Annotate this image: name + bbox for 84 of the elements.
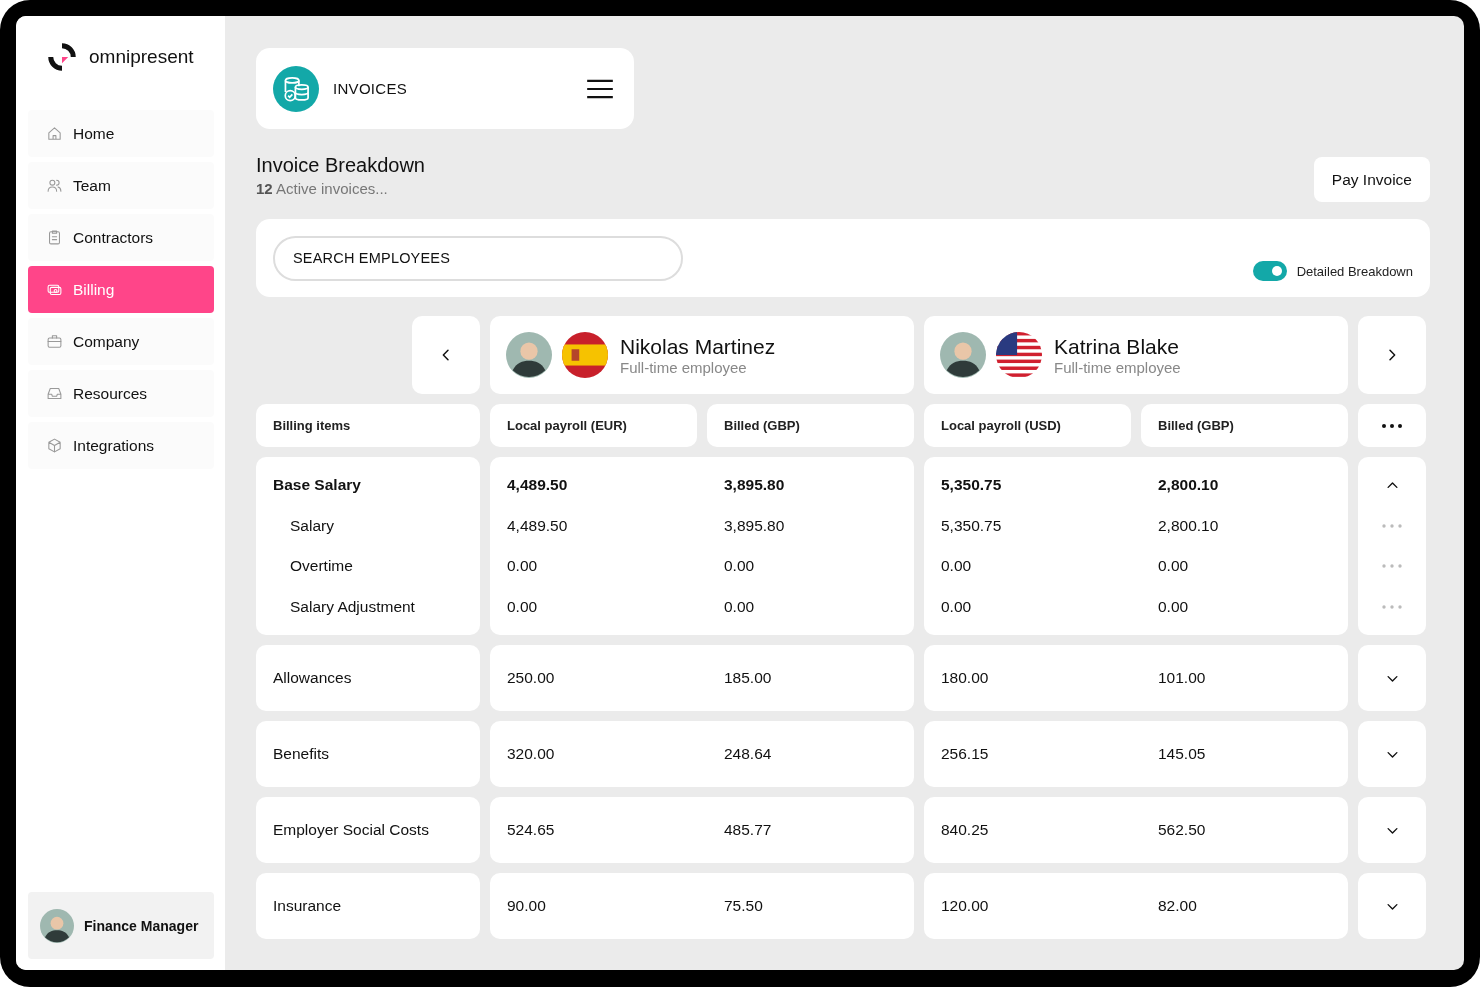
amount-cell-text: 2,800.10 [1157, 515, 1220, 536]
row-label: Base Salary [273, 475, 362, 496]
nav-item[interactable]: Company [28, 318, 214, 365]
row-label: Salary Adjustment [289, 596, 416, 617]
amount-cell-text: 840.25 [940, 820, 990, 840]
column-header: Billed (GBP) [707, 404, 914, 447]
employee-card[interactable]: Katrina Blake Full-time employee [924, 316, 1348, 394]
amount-cell-text: 4,489.50 [506, 475, 569, 496]
employee-name: Nikolas Martinez [620, 334, 776, 359]
cube-icon [46, 437, 63, 454]
amount-cell-text: 524.65 [506, 820, 556, 840]
clipboard-icon [46, 229, 63, 246]
page-title: Invoice Breakdown [256, 154, 425, 177]
amount-cell-text: 5,350.75 [940, 515, 1003, 536]
nav-item[interactable]: Team [28, 162, 214, 209]
row-label: Salary [289, 515, 335, 536]
column-header: Billed (GBP) [1141, 404, 1348, 447]
amount-cell-text: 0.00 [1157, 556, 1190, 577]
amount-cell-text: 3,895.80 [723, 475, 786, 496]
amount-cell-text: 5,350.75 [940, 475, 1003, 496]
amount-cell-text: 75.50 [723, 896, 764, 916]
amount-cell-text: 0.00 [723, 556, 756, 577]
more-icon[interactable] [1382, 523, 1402, 528]
row-label: Overtime [289, 556, 354, 577]
inbox-icon [46, 385, 63, 402]
amount-cell-text: 0.00 [723, 596, 756, 617]
amount-cell-text: 0.00 [940, 596, 973, 617]
nav-item[interactable]: Contractors [28, 214, 214, 261]
amount-cell-text: 562.50 [1157, 820, 1207, 840]
nav-item[interactable]: Home [28, 110, 214, 157]
page-subtitle: 12 Active invoices... [256, 180, 389, 197]
nav-item[interactable]: Resources [28, 370, 214, 417]
search-field[interactable]: SEARCH EMPLOYEES [273, 235, 683, 281]
amount-cell-text: 180.00 [940, 668, 990, 688]
nav-item[interactable]: Integrations [28, 422, 214, 469]
amount-cell-text: 4,489.50 [506, 515, 569, 536]
toggle-switch[interactable] [1252, 261, 1287, 281]
row-label: Benefits [273, 744, 330, 764]
brand-name: omnipresent [89, 46, 194, 68]
employment-type: Full-time employee [620, 358, 748, 376]
avatar-icon [506, 332, 552, 378]
amount-cell-text: 120.00 [940, 896, 990, 916]
people-icon [46, 177, 63, 194]
amount-cell-text: 90.00 [506, 896, 547, 916]
row-label: Employer Social Costs [273, 820, 430, 840]
avatar-icon [940, 332, 986, 378]
pay-invoice-button[interactable]: Pay Invoice [1313, 157, 1430, 202]
amount-cell-text: 185.00 [723, 668, 773, 688]
amount-cell-text: 3,895.80 [723, 515, 786, 536]
briefcase-icon [46, 333, 63, 350]
us-flag-icon [996, 332, 1042, 378]
header-title: INVOICES [333, 80, 409, 97]
employment-type: Full-time employee [1054, 358, 1181, 376]
employee-card[interactable]: Nikolas Martinez Full-time employee [490, 316, 914, 394]
column-header: Billing items [256, 404, 480, 447]
amount-cell-text: 250.00 [506, 668, 556, 688]
amount-cell-text: 256.15 [940, 744, 990, 764]
spain-flag-icon [562, 332, 608, 378]
omnipresent-logo-icon [47, 42, 77, 72]
more-icon[interactable] [1382, 604, 1402, 609]
user-card[interactable]: Finance Manager [28, 892, 214, 959]
amount-cell-text: 0.00 [940, 556, 973, 577]
more-icon [1382, 423, 1402, 428]
more-icon[interactable] [1382, 564, 1402, 569]
column-header: Local payroll (EUR) [490, 404, 697, 447]
toggle-label: Detailed Breakdown [1296, 263, 1413, 279]
amount-cell-text: 320.00 [506, 744, 556, 764]
row-label: Allowances [273, 668, 353, 688]
amount-cell-text: 0.00 [1157, 596, 1190, 617]
amount-cell-text: 0.00 [506, 596, 539, 617]
coins-icon [273, 65, 319, 112]
amount-cell-text: 0.00 [506, 556, 539, 577]
user-role: Finance Manager [84, 917, 199, 934]
amount-cell-text: 485.77 [723, 820, 773, 840]
avatar-icon [40, 908, 74, 943]
amount-cell-text: 2,800.10 [1157, 475, 1220, 496]
amount-cell-text: 248.64 [723, 744, 773, 764]
column-header: Local payroll (USD) [924, 404, 1131, 447]
house-icon [46, 125, 63, 142]
employee-name: Katrina Blake [1054, 334, 1180, 359]
amount-cell-text: 101.00 [1157, 668, 1207, 688]
amount-cell-text: 145.05 [1157, 744, 1207, 764]
amount-cell-text: 82.00 [1157, 896, 1198, 916]
row-label: Insurance [273, 896, 343, 916]
